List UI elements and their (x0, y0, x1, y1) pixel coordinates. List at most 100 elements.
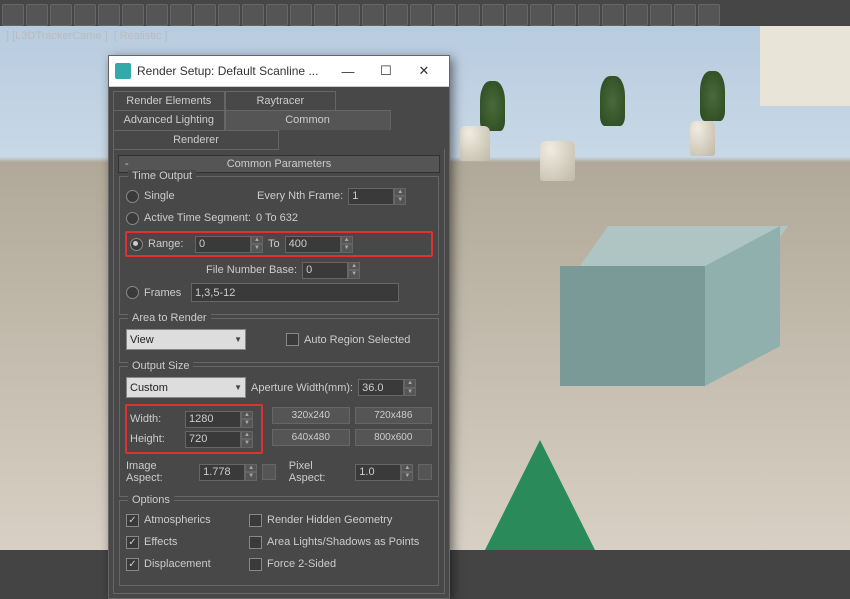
toolbar-button[interactable] (146, 4, 168, 26)
every-nth-spinner[interactable]: ▲▼ (348, 188, 406, 205)
tree (600, 76, 625, 126)
minimize-button[interactable]: — (329, 57, 367, 85)
displacement-checkbox[interactable] (126, 558, 139, 571)
toolbar-button[interactable] (698, 4, 720, 26)
app-icon (115, 63, 131, 79)
toolbar-button[interactable] (74, 4, 96, 26)
toolbar-button[interactable] (2, 4, 24, 26)
height-label: Height: (130, 433, 180, 445)
effects-label: Effects (144, 536, 244, 548)
preset-720x486[interactable]: 720x486 (355, 407, 433, 424)
auto-region-checkbox[interactable] (286, 333, 299, 346)
toolbar-button[interactable] (338, 4, 360, 26)
toolbar-button[interactable] (650, 4, 672, 26)
toolbar-button[interactable] (218, 4, 240, 26)
displacement-label: Displacement (144, 558, 244, 570)
toolbar-button[interactable] (290, 4, 312, 26)
atmospherics-checkbox[interactable] (126, 514, 139, 527)
tab-raytracer[interactable]: Raytracer (225, 91, 337, 110)
area-lights-checkbox[interactable] (249, 536, 262, 549)
lock-icon[interactable] (262, 464, 276, 480)
range-label: Range: (148, 238, 190, 250)
single-radio[interactable] (126, 190, 139, 203)
toolbar-button[interactable] (266, 4, 288, 26)
toolbar-button[interactable] (434, 4, 456, 26)
preset-640x480[interactable]: 640x480 (272, 429, 350, 446)
active-segment-radio[interactable] (126, 212, 139, 225)
width-label: Width: (130, 413, 180, 425)
width-spinner[interactable]: ▲▼ (185, 411, 253, 428)
preset-800x600[interactable]: 800x600 (355, 429, 433, 446)
tab-renderer[interactable]: Renderer (113, 130, 279, 150)
cube-primitive (560, 226, 770, 386)
output-size-select[interactable]: Custom▼ (126, 377, 246, 398)
frames-input[interactable] (191, 283, 399, 302)
toolbar-button[interactable] (410, 4, 432, 26)
close-button[interactable]: ✕ (405, 57, 443, 85)
bollard (690, 121, 715, 156)
toolbar-button[interactable] (26, 4, 48, 26)
toolbar-button[interactable] (194, 4, 216, 26)
toolbar-button[interactable] (554, 4, 576, 26)
range-to-label: To (268, 238, 280, 250)
file-number-base-spinner[interactable]: ▲▼ (302, 262, 360, 279)
render-setup-dialog: Render Setup: Default Scanline ... — ☐ ✕… (108, 55, 450, 599)
group-title: Options (128, 494, 174, 506)
image-aspect-label: Image Aspect: (126, 460, 194, 484)
frames-radio[interactable] (126, 286, 139, 299)
toolbar-button[interactable] (626, 4, 648, 26)
render-hidden-label: Render Hidden Geometry (267, 514, 392, 526)
frames-label: Frames (144, 287, 186, 299)
range-to-spinner[interactable]: ▲▼ (285, 236, 353, 253)
group-title: Time Output (128, 170, 196, 182)
bollard (460, 126, 490, 161)
height-spinner[interactable]: ▲▼ (185, 431, 253, 448)
tab-common[interactable]: Common (225, 110, 391, 130)
dialog-title: Render Setup: Default Scanline ... (137, 64, 318, 78)
render-hidden-checkbox[interactable] (249, 514, 262, 527)
pixel-aspect-spinner[interactable]: ▲▼ (355, 464, 413, 481)
tab-render-elements[interactable]: Render Elements (113, 91, 225, 110)
toolbar-button[interactable] (122, 4, 144, 26)
toolbar-button[interactable] (362, 4, 384, 26)
dialog-titlebar[interactable]: Render Setup: Default Scanline ... — ☐ ✕ (109, 56, 449, 87)
every-nth-label: Every Nth Frame: (257, 190, 343, 202)
aperture-spinner[interactable]: ▲▼ (358, 379, 416, 396)
toolbar-button[interactable] (98, 4, 120, 26)
aperture-label: Aperture Width(mm): (251, 382, 353, 394)
output-size-group: Output Size Custom▼ Aperture Width(mm): … (119, 366, 439, 497)
effects-checkbox[interactable] (126, 536, 139, 549)
toolbar-button[interactable] (530, 4, 552, 26)
toolbar-button[interactable] (458, 4, 480, 26)
preset-320x240[interactable]: 320x240 (272, 407, 350, 424)
toolbar-button[interactable] (170, 4, 192, 26)
toolbar-button[interactable] (506, 4, 528, 26)
active-segment-value: 0 To 632 (256, 212, 298, 224)
maximize-button[interactable]: ☐ (367, 57, 405, 85)
range-radio[interactable] (130, 238, 143, 251)
auto-region-label: Auto Region Selected (304, 334, 410, 346)
tree (480, 81, 505, 131)
area-select[interactable]: View▼ (126, 329, 246, 350)
toolbar-button[interactable] (482, 4, 504, 26)
bollard (540, 141, 575, 181)
toolbar-button[interactable] (242, 4, 264, 26)
image-aspect-spinner[interactable]: ▲▼ (199, 464, 257, 481)
force-2sided-checkbox[interactable] (249, 558, 262, 571)
area-lights-label: Area Lights/Shadows as Points (267, 536, 419, 548)
range-from-spinner[interactable]: ▲▼ (195, 236, 263, 253)
toolbar-button[interactable] (578, 4, 600, 26)
toolbar-button[interactable] (386, 4, 408, 26)
toolbar-button[interactable] (50, 4, 72, 26)
cone-primitive (470, 440, 610, 550)
lock-icon[interactable] (418, 464, 432, 480)
force-2sided-label: Force 2-Sided (267, 558, 336, 570)
options-group: Options Atmospherics Render Hidden Geome… (119, 500, 439, 586)
viewport-label[interactable]: ] [L3DTrackerCame ][ Realistic ] (6, 30, 173, 42)
tree (700, 71, 725, 121)
tab-advanced-lighting[interactable]: Advanced Lighting (113, 110, 225, 130)
pixel-aspect-label: Pixel Aspect: (289, 460, 351, 484)
toolbar-button[interactable] (674, 4, 696, 26)
toolbar-button[interactable] (314, 4, 336, 26)
toolbar-button[interactable] (602, 4, 624, 26)
